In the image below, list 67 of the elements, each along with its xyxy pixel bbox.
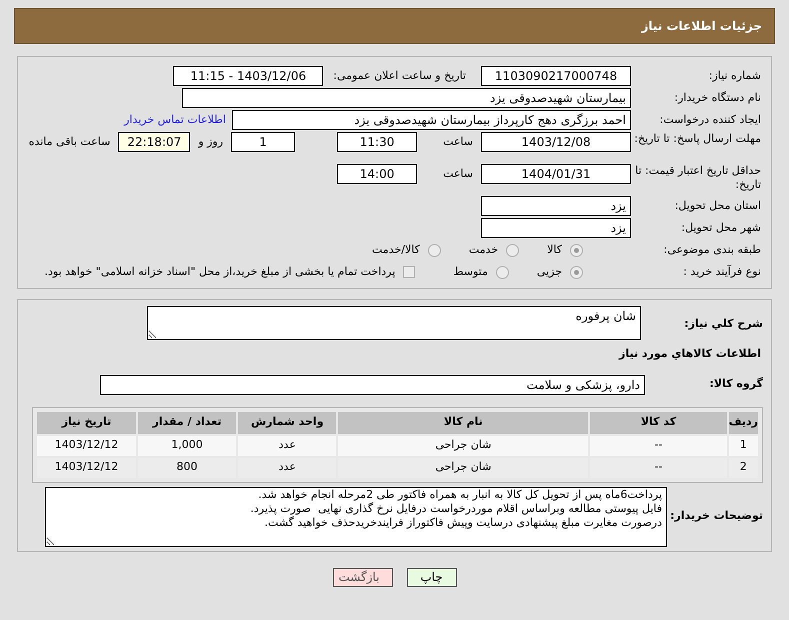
field-label: ایجاد کننده درخواست: [658, 113, 761, 127]
column-header: واحد شمارش [238, 412, 336, 434]
table-cell: 1 [728, 436, 758, 456]
field-label: روز و [198, 134, 224, 150]
field-label: تاریخ و ساعت اعلان عمومی: [333, 68, 466, 84]
table-cell: 2 [728, 458, 758, 478]
text-field[interactable]: 1403/12/06 - 11:15 [173, 66, 324, 86]
table-cell: -- [590, 436, 727, 456]
contact-link[interactable]: اطلاعات تماس خریدار [124, 112, 226, 128]
text-field[interactable]: 11:30 [337, 132, 418, 152]
table-cell: 1403/12/12 [37, 436, 136, 456]
column-header: نام کالا [338, 412, 588, 434]
text-field[interactable]: 1404/01/31 [481, 164, 631, 184]
checkbox[interactable] [403, 266, 416, 278]
radio-label: متوسط [453, 264, 488, 280]
text-field[interactable]: 22:18:07 [118, 132, 190, 152]
field-label: نوع فرآیند خرید : [682, 265, 761, 279]
field-label: شرح کلي نياز: [683, 316, 763, 332]
radio-label: جزیی [536, 264, 562, 280]
table-cell: 1,000 [138, 436, 236, 456]
table-cell: عدد [238, 458, 336, 478]
text-field[interactable]: 1 [231, 132, 296, 152]
notes-field[interactable]: پرداخت6ماه پس از تحویل کل کالا به انبار به همراه فاکتور طی 2مرحله انجام خواهد شد. فایل پیوستی مطالعه وبراساس اقلام موردرخواست درفایل نرخ گذاری نهایی صورت پذیرد. درصورت مغایرت مبلغ پیشنهادی درسایت وپیش فاکتوراز فرایندخریدحذف خواهید گشت. [45, 486, 667, 546]
radio-button[interactable] [570, 244, 583, 256]
column-header: تعداد / مقدار [138, 412, 236, 434]
radio-label: خدمت [468, 242, 498, 258]
description-field[interactable]: شان پرفوره [147, 306, 641, 340]
field-label: شماره نیاز: [708, 69, 761, 83]
field-label: استان محل تحویل: [674, 199, 761, 213]
field-label: گروه کالا: [708, 376, 763, 392]
field-label: مهلت ارسال پاسخ: تا تاریخ: [633, 132, 761, 146]
print-button[interactable]: چاپ [406, 568, 456, 586]
text-field[interactable]: یزد [481, 218, 631, 238]
radio-button[interactable] [496, 266, 509, 278]
text-field[interactable]: احمد برزگری دهج کارپرداز بیمارستان شهیدصدوقی یزد [232, 110, 631, 130]
section-heading: اطلاعات کالاهاي مورد نياز [618, 346, 761, 362]
table-cell: -- [590, 458, 727, 478]
table-cell: شان جراحی [338, 436, 588, 456]
page-title: جزئیات اطلاعات نیاز [641, 18, 762, 35]
text-field[interactable]: 1403/12/08 [481, 132, 631, 152]
text-field[interactable]: 14:00 [337, 164, 418, 184]
checkbox-label: پرداخت تمام یا بخشی از مبلغ خرید،از محل "اسناد خزانه اسلامی" خواهد بود. [44, 264, 396, 280]
radio-button[interactable] [570, 266, 583, 278]
radio-label: کالا [547, 242, 562, 258]
back-button[interactable]: بازگشت [332, 568, 392, 586]
radio-label: کالا/خدمت [372, 242, 420, 258]
radio-button[interactable] [428, 244, 441, 256]
field-label: حداقل تاریخ اعتبار قیمت: تا تاریخ: [634, 164, 761, 192]
table-cell: 800 [138, 458, 236, 478]
field-label: ساعت [443, 166, 473, 182]
column-header: کد کالا [590, 412, 727, 434]
column-header: تاریخ نیاز [37, 412, 136, 434]
column-header: ردیف [728, 412, 758, 434]
field-label: شهر محل تحویل: [680, 221, 761, 235]
field-label: طبقه بندی موضوعی: [662, 243, 761, 257]
table-cell: شان جراحی [338, 458, 588, 478]
text-field[interactable]: یزد [481, 196, 631, 216]
text-field[interactable]: دارو، پزشکی و سلامت [100, 374, 645, 394]
text-field[interactable]: 1103090217000748 [481, 66, 631, 86]
field-label: ساعت [443, 134, 473, 150]
radio-button[interactable] [506, 244, 520, 256]
table-cell: عدد [238, 436, 336, 456]
field-label: نام دستگاه خریدار: [673, 91, 761, 105]
text-field[interactable]: بیمارستان شهیدصدوقی یزد [182, 88, 631, 108]
field-label: توضیحات خریدار: [669, 508, 763, 524]
table-cell: 1403/12/12 [37, 458, 136, 478]
field-label: ساعت باقی مانده [28, 134, 110, 150]
